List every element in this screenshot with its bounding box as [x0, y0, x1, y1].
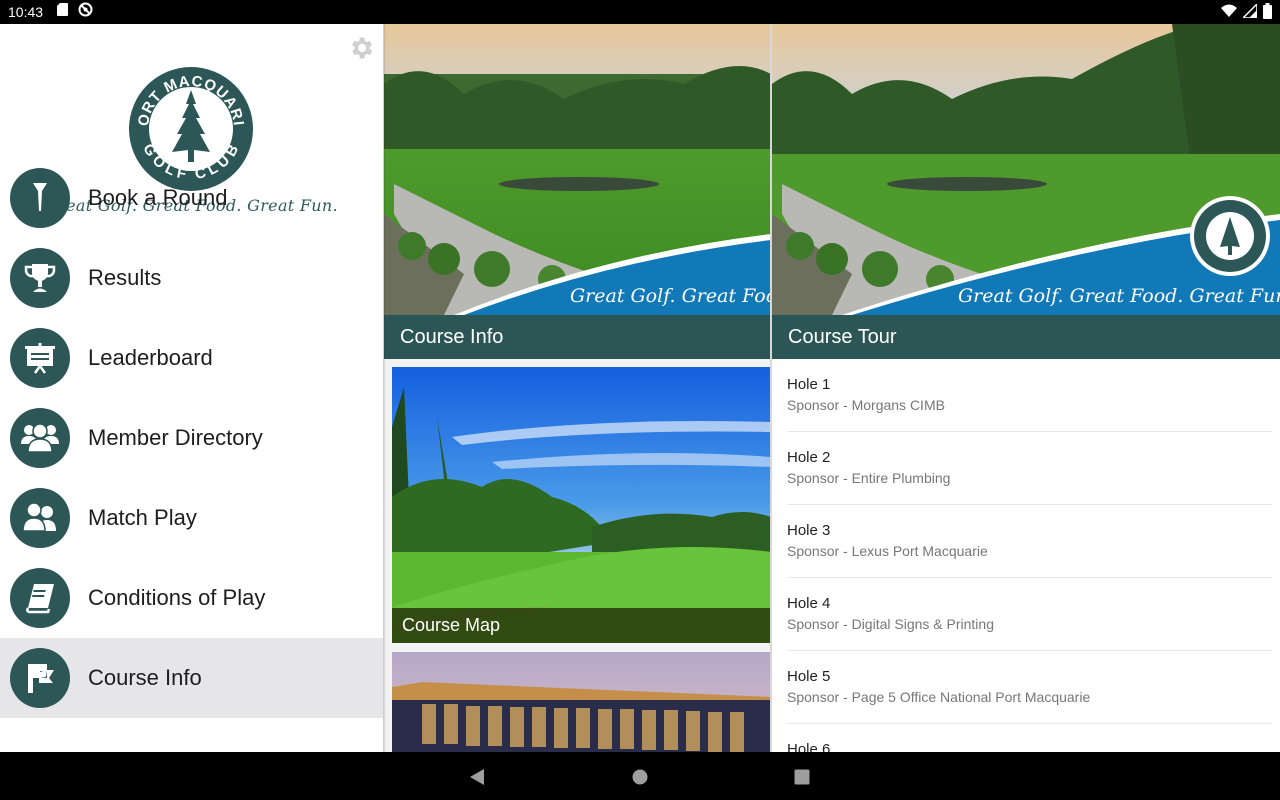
golf-tee-icon	[10, 168, 70, 228]
navigation-drawer: PORT MACQUARIE GOLF CLUB Great Golf. Gre…	[0, 24, 383, 752]
menu-item-conditions-of-play[interactable]: Conditions of Play	[0, 558, 383, 638]
recents-icon[interactable]	[791, 766, 813, 788]
trophy-icon	[10, 248, 70, 308]
hole-title: Hole 5	[787, 668, 831, 685]
battery-icon	[1263, 3, 1272, 24]
hole-title: Hole 1	[787, 376, 831, 393]
book-icon	[10, 568, 70, 628]
hole-title: Hole 6	[787, 741, 831, 752]
drawer-menu: Book a Round Results Leaderboard Member …	[0, 168, 383, 718]
hero-club-logo	[1190, 196, 1270, 276]
course-info-header: Course Info	[384, 315, 771, 359]
menu-label: Course Info	[88, 665, 202, 690]
presentation-board-icon	[10, 328, 70, 388]
menu-item-course-info[interactable]: Course Info	[0, 638, 383, 718]
menu-item-book-a-round[interactable]: Book a Round	[0, 158, 383, 238]
clubhouse-image	[392, 652, 771, 752]
course-tour-hero-image: Great Golf. Great Food. Great Fun.	[772, 24, 1280, 315]
hole-list: Hole 1 Sponsor - Morgans CIMB Hole 2 Spo…	[772, 359, 1280, 752]
menu-label: Results	[88, 265, 162, 290]
hole-list-item[interactable]: Hole 2 Sponsor - Entire Plumbing	[787, 432, 1272, 505]
back-icon[interactable]	[467, 766, 489, 788]
hole-sponsor: Sponsor - Lexus Port Macquarie	[787, 543, 988, 559]
menu-label: Member Directory	[88, 425, 263, 450]
hero-tagline: Great Golf. Great Food. Great Fun.	[958, 285, 1280, 307]
menu-item-results[interactable]: Results	[0, 238, 383, 318]
hole-title: Hole 4	[787, 595, 831, 612]
hole-title: Hole 2	[787, 449, 831, 466]
menu-item-leaderboard[interactable]: Leaderboard	[0, 318, 383, 398]
no-sync-icon	[78, 2, 93, 22]
hero-tagline: Great Golf. Great Foo	[570, 285, 771, 307]
hole-title: Hole 3	[787, 522, 831, 539]
hole-list-item[interactable]: Hole 3 Sponsor - Lexus Port Macquarie	[787, 505, 1272, 578]
course-map-card[interactable]: Course Map	[392, 367, 771, 643]
gear-icon[interactable]	[347, 34, 375, 62]
course-map-caption: Course Map	[392, 608, 771, 643]
hole-sponsor: Sponsor - Page 5 Office National Port Ma…	[787, 689, 1091, 705]
menu-label: Conditions of Play	[88, 585, 266, 610]
system-nav-bar	[0, 752, 1280, 800]
hole-list-item[interactable]: Hole 1 Sponsor - Morgans CIMB	[787, 359, 1272, 432]
hole-list-item[interactable]: Hole 4 Sponsor - Digital Signs & Printin…	[787, 578, 1272, 651]
menu-label: Leaderboard	[88, 345, 213, 370]
hole-sponsor: Sponsor - Entire Plumbing	[787, 470, 951, 486]
course-map-image	[392, 367, 771, 643]
menu-item-match-play[interactable]: Match Play	[0, 478, 383, 558]
drawer-shadow	[383, 24, 386, 752]
menu-item-member-directory[interactable]: Member Directory	[0, 398, 383, 478]
course-info-panel: Great Golf. Great Foo Course Info Course…	[384, 24, 771, 752]
hole-sponsor: Sponsor - Digital Signs & Printing	[787, 616, 994, 632]
sd-card-icon	[57, 3, 69, 21]
hole-list-item[interactable]: Hole 6	[787, 724, 1272, 752]
menu-label: Match Play	[88, 505, 197, 530]
app-window: Great Golf. Great Foo Course Info Course…	[0, 24, 1280, 752]
wifi-icon	[1221, 4, 1237, 23]
status-time: 10:43	[8, 4, 44, 20]
home-icon[interactable]	[629, 766, 651, 788]
hole-sponsor: Sponsor - Morgans CIMB	[787, 397, 945, 413]
group-icon	[10, 408, 70, 468]
course-tour-panel: Great Golf. Great Food. Great Fun. Cours…	[772, 24, 1280, 752]
course-info-hero-image: Great Golf. Great Foo	[384, 24, 771, 315]
course-tour-header: Course Tour	[772, 315, 1280, 359]
menu-label: Book a Round	[88, 185, 228, 210]
hole-list-item[interactable]: Hole 5 Sponsor - Page 5 Office National …	[787, 651, 1272, 724]
pane-divider	[770, 24, 772, 752]
status-bar: 10:43	[0, 0, 1280, 24]
flag-icon	[10, 648, 70, 708]
clubhouse-card[interactable]	[392, 652, 771, 752]
signal-icon	[1241, 2, 1258, 23]
two-people-icon	[10, 488, 70, 548]
